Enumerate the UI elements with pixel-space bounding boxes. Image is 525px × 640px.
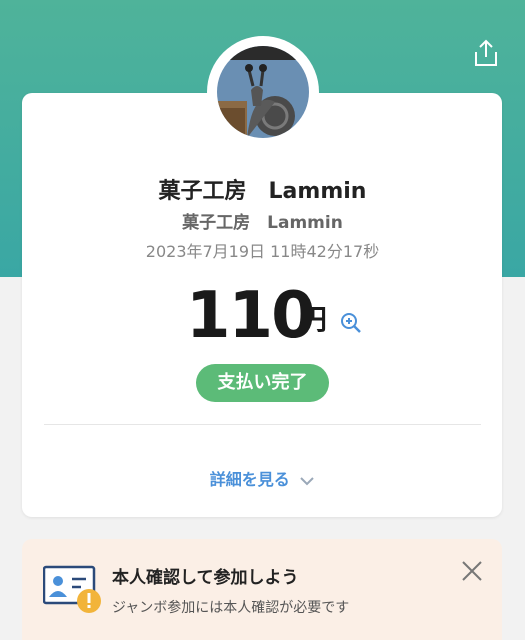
merchant-subname: 菓子工房 Lammin: [182, 213, 343, 233]
payment-datetime: 2023年7月19日 11時42分17秒: [145, 242, 380, 261]
share-icon: [475, 39, 497, 66]
show-details-label: 詳細を見る: [209, 470, 290, 489]
payment-amount: 110: [186, 279, 316, 353]
zoom-button[interactable]: [340, 312, 362, 334]
id-card-icon: [42, 565, 103, 615]
merchant-name: 菓子工房 Lammin: [158, 179, 367, 204]
divider: [44, 424, 481, 425]
banner-title: 本人確認して参加しよう: [112, 568, 299, 588]
close-icon: [462, 561, 482, 581]
show-details-link[interactable]: 詳細を見る: [0, 466, 525, 490]
payment-receipt-screen: 菓子工房 Lammin 菓子工房 Lammin 2023年7月19日 11時42…: [0, 0, 525, 640]
merchant-avatar: [217, 46, 309, 138]
identity-verification-banner[interactable]: 本人確認して参加しよう ジャンボ参加には本人確認が必要です: [22, 539, 502, 640]
close-banner-button[interactable]: [460, 559, 484, 583]
chevron-down-icon: [299, 471, 315, 490]
amount-row: 110 円: [0, 278, 525, 354]
zoom-in-icon: [341, 313, 361, 333]
currency-label: 円: [299, 303, 328, 336]
share-button[interactable]: [472, 38, 500, 68]
status-badge: 支払い完了: [196, 364, 329, 402]
banner-text: ジャンボ参加には本人確認が必要です: [112, 600, 350, 616]
